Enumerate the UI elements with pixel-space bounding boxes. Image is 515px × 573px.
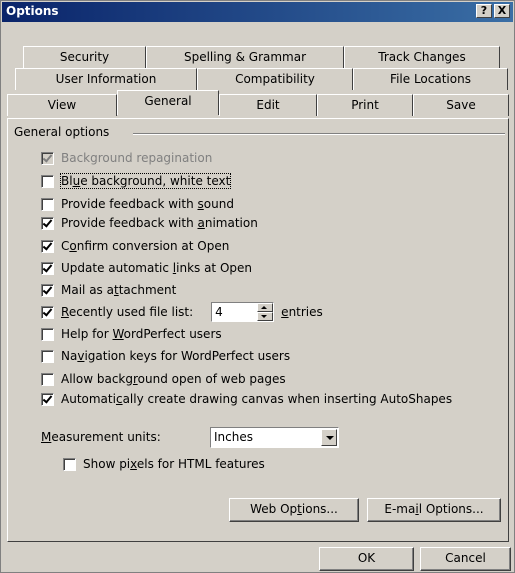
- checkbox[interactable]: [41, 151, 54, 165]
- option-background-open-web-pages[interactable]: Allow background open of web pages: [41, 371, 286, 387]
- options-dialog: Options ? X Security Spelling & Grammar …: [0, 0, 515, 573]
- title-bar[interactable]: Options ? X: [2, 2, 513, 22]
- option-update-links[interactable]: Update automatic links at Open: [41, 260, 252, 276]
- tab-track-changes[interactable]: Track Changes: [344, 46, 500, 68]
- cancel-button[interactable]: Cancel: [420, 547, 511, 571]
- checkbox[interactable]: [41, 349, 54, 363]
- tab-security[interactable]: Security: [23, 46, 146, 68]
- option-recently-used-files[interactable]: Recently used file list: 4 entries: [41, 302, 323, 322]
- tab-save[interactable]: Save: [413, 94, 509, 116]
- up-arrow-icon: [261, 306, 268, 309]
- tab-general[interactable]: General: [117, 90, 219, 115]
- spin-down-button[interactable]: [257, 312, 274, 321]
- option-label: Provide feedback with sound: [61, 197, 234, 211]
- close-button[interactable]: X: [494, 4, 510, 18]
- option-label: Update automatic links at Open: [61, 261, 253, 275]
- tab-compatibility[interactable]: Compatibility: [197, 68, 353, 90]
- entries-label: entries: [281, 305, 323, 319]
- measurement-units-label: Measurement units:: [41, 430, 161, 444]
- ok-button[interactable]: OK: [319, 547, 414, 571]
- option-label: Blue background, white text: [59, 173, 232, 189]
- help-button[interactable]: ?: [476, 4, 492, 18]
- checkbox[interactable]: [41, 197, 54, 211]
- tab-user-information[interactable]: User Information: [15, 68, 197, 90]
- checkbox[interactable]: [41, 174, 54, 188]
- window-title: Options: [6, 4, 59, 18]
- option-label: Confirm conversion at Open: [61, 239, 230, 253]
- option-wordperfect-navigation[interactable]: Navigation keys for WordPerfect users: [41, 348, 290, 364]
- recent-files-spinner[interactable]: 4: [211, 302, 275, 322]
- down-arrow-icon: [261, 315, 268, 318]
- option-label: Allow background open of web pages: [61, 372, 286, 386]
- option-label: Recently used file list:: [61, 305, 194, 319]
- checkbox[interactable]: [41, 239, 54, 253]
- checkbox[interactable]: [41, 392, 54, 406]
- option-feedback-sound[interactable]: Provide feedback with sound: [41, 196, 234, 212]
- checkbox[interactable]: [41, 261, 54, 275]
- tab-file-locations[interactable]: File Locations: [353, 68, 508, 90]
- checkbox[interactable]: [41, 216, 54, 230]
- recent-files-count-input[interactable]: 4: [212, 303, 257, 321]
- option-wordperfect-help[interactable]: Help for WordPerfect users: [41, 326, 222, 342]
- option-confirm-conversion[interactable]: Confirm conversion at Open: [41, 238, 229, 254]
- option-feedback-animation[interactable]: Provide feedback with animation: [41, 215, 258, 231]
- option-mail-as-attachment[interactable]: Mail as attachment: [41, 282, 176, 298]
- option-label: Show pixels for HTML features: [83, 457, 265, 471]
- measurement-units-select[interactable]: Inches: [210, 427, 339, 448]
- group-divider: [133, 133, 505, 135]
- option-label: Automatically create drawing canvas when…: [61, 392, 453, 406]
- measurement-units-value: Inches: [214, 430, 253, 444]
- tab-print[interactable]: Print: [317, 94, 413, 116]
- dropdown-arrow-icon[interactable]: [321, 429, 337, 446]
- tab-spelling-grammar[interactable]: Spelling & Grammar: [146, 46, 344, 68]
- option-background-repagination[interactable]: Background repagination: [41, 150, 212, 166]
- option-label: Navigation keys for WordPerfect users: [61, 349, 291, 363]
- checkbox[interactable]: [63, 457, 76, 471]
- general-options-group-label: General options: [14, 125, 110, 139]
- checkbox[interactable]: [41, 372, 54, 386]
- checkbox[interactable]: [41, 283, 54, 297]
- option-label: Help for WordPerfect users: [61, 327, 222, 341]
- checkbox[interactable]: [41, 305, 54, 319]
- option-show-pixels-html[interactable]: Show pixels for HTML features: [63, 456, 265, 472]
- option-auto-drawing-canvas[interactable]: Automatically create drawing canvas when…: [41, 391, 452, 407]
- option-label: Mail as attachment: [61, 283, 177, 297]
- spin-up-button[interactable]: [257, 303, 274, 312]
- option-label: Provide feedback with animation: [61, 216, 258, 230]
- email-options-button[interactable]: E-mail Options...: [367, 498, 501, 522]
- tab-edit[interactable]: Edit: [219, 94, 317, 116]
- checkbox[interactable]: [41, 327, 54, 341]
- tab-view[interactable]: View: [7, 94, 117, 116]
- option-blue-background[interactable]: Blue background, white text: [41, 173, 232, 189]
- web-options-button[interactable]: Web Options...: [229, 498, 359, 522]
- option-label: Background repagination: [61, 151, 213, 165]
